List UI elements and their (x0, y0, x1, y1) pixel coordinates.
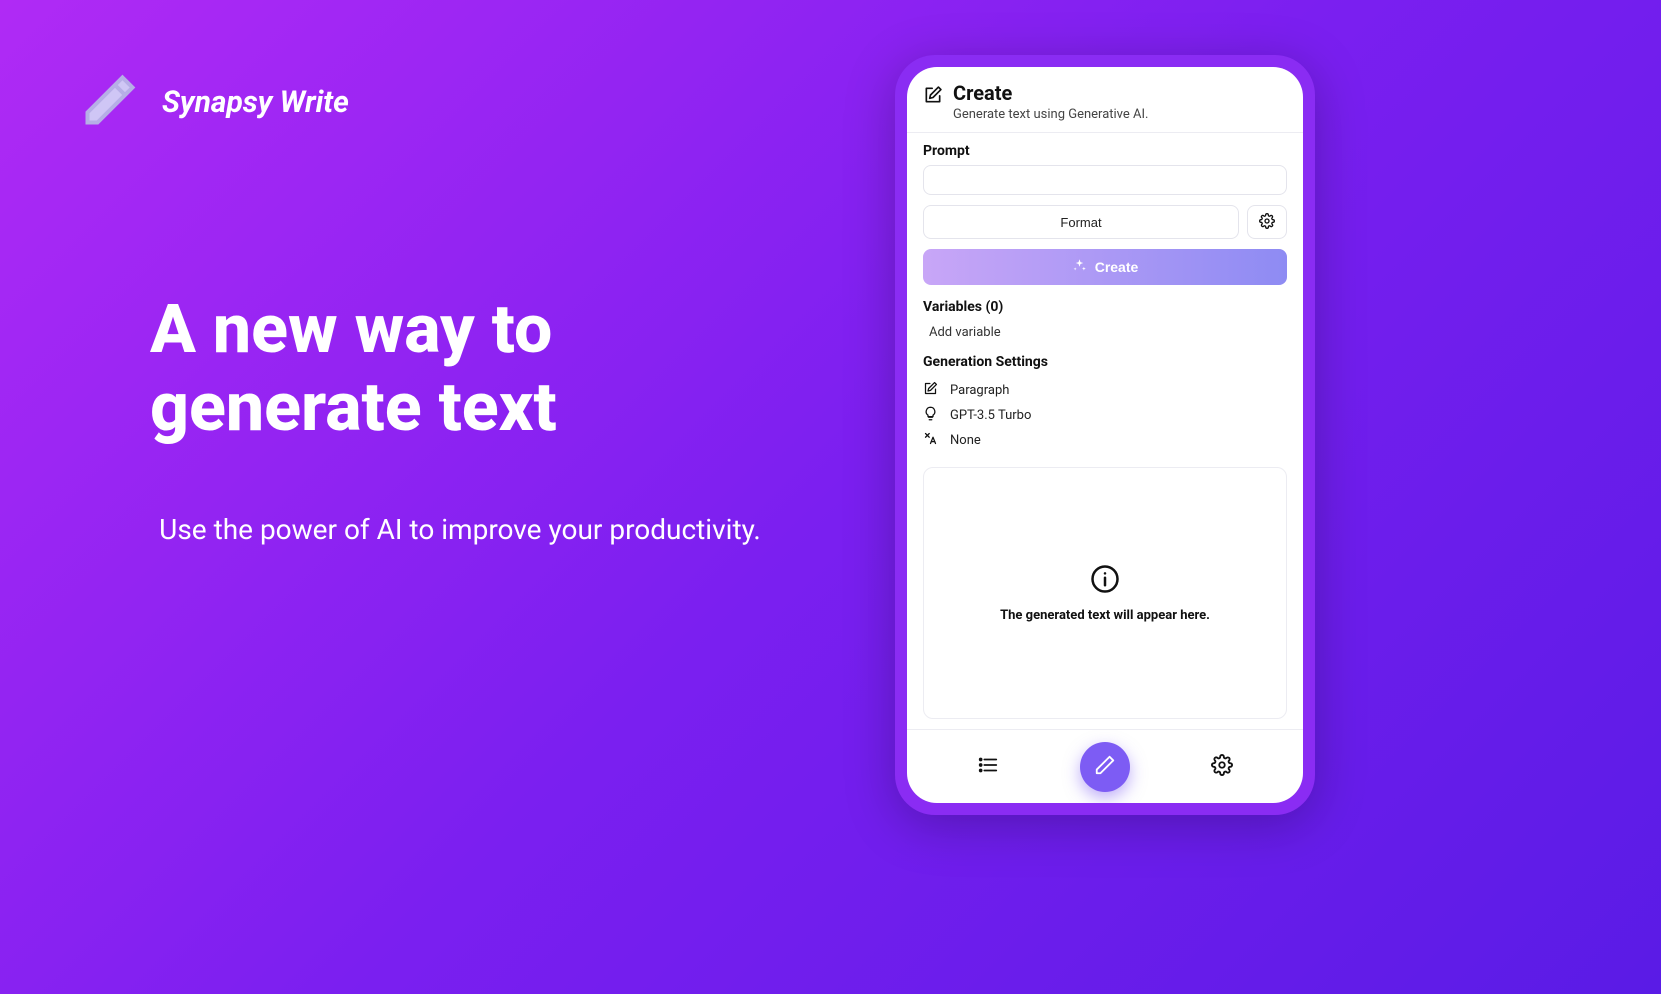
nav-create-fab[interactable] (1080, 742, 1130, 792)
format-settings-button[interactable] (1247, 205, 1287, 239)
list-icon (977, 754, 999, 779)
app-title: Create (953, 81, 1148, 105)
output-area: The generated text will appear here. (923, 467, 1287, 719)
hero-headline: A new way to generate text (150, 290, 790, 446)
app-subtitle: Generate text using Generative AI. (953, 107, 1148, 122)
app-screen: Create Generate text using Generative AI… (907, 67, 1303, 803)
format-button[interactable]: Format (923, 205, 1239, 239)
bottom-nav (907, 729, 1303, 803)
nav-settings-button[interactable] (1211, 754, 1233, 779)
add-variable-button[interactable]: Add variable (923, 321, 1287, 344)
variables-label: Variables (0) (923, 299, 1287, 315)
create-edit-icon (923, 81, 943, 109)
gear-icon (1211, 754, 1233, 779)
generation-settings-label: Generation Settings (923, 354, 1287, 370)
setting-row-tone: None (923, 428, 1287, 453)
create-button[interactable]: Create (923, 249, 1287, 285)
format-icon (923, 381, 938, 400)
setting-row-model: GPT-3.5 Turbo (923, 403, 1287, 428)
lightbulb-icon (923, 406, 938, 425)
setting-model-value: GPT-3.5 Turbo (950, 408, 1031, 423)
phone-mockup: Create Generate text using Generative AI… (895, 55, 1315, 815)
setting-row-format: Paragraph (923, 378, 1287, 403)
nav-list-button[interactable] (977, 754, 999, 779)
hero-subhead: Use the power of AI to improve your prod… (130, 510, 790, 549)
brand-name: Synapsy Write (162, 85, 349, 120)
app-header: Create Generate text using Generative AI… (907, 67, 1303, 133)
setting-tone-value: None (950, 433, 981, 448)
gear-icon (1259, 213, 1275, 232)
tone-icon (923, 431, 938, 450)
output-placeholder-text: The generated text will appear here. (1000, 608, 1210, 623)
pencil-icon (80, 70, 140, 134)
info-icon (1090, 564, 1120, 598)
setting-format-value: Paragraph (950, 383, 1009, 398)
brand-logo-block: Synapsy Write (80, 70, 349, 134)
pencil-icon (1094, 754, 1116, 779)
prompt-label: Prompt (923, 143, 1287, 159)
prompt-input[interactable] (923, 165, 1287, 195)
create-button-label: Create (1095, 259, 1139, 275)
sparkle-icon (1072, 258, 1087, 276)
